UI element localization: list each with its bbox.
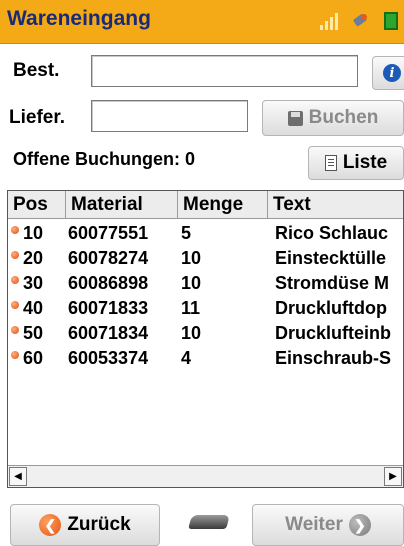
status-dot-icon <box>11 325 19 334</box>
table-row[interactable]: 40 60071833 11 Druckluftdop <box>8 296 403 321</box>
status-dot-icon <box>11 250 19 259</box>
status-icons <box>320 12 398 30</box>
status-dot-icon <box>11 225 19 234</box>
grid-header: Pos Material Menge Text <box>8 191 403 219</box>
back-label: Zurück <box>67 514 131 535</box>
positions-grid[interactable]: Pos Material Menge Text 10 60077551 5 Ri… <box>7 190 404 488</box>
battery-icon <box>384 12 398 30</box>
row-text: Stromdüse M <box>275 273 390 293</box>
row-pos: 30 <box>23 273 44 293</box>
status-dot-icon <box>11 275 19 284</box>
liefer-label: Liefer. <box>9 107 65 128</box>
table-row[interactable]: 50 60071834 10 Drucklufteinb <box>8 321 403 346</box>
row-pos: 50 <box>23 323 44 343</box>
next-button[interactable]: Weiter ❯ <box>252 504 404 546</box>
column-header-pos[interactable]: Pos <box>8 191 66 219</box>
row-pos: 20 <box>23 248 44 268</box>
list-doc-icon <box>324 155 337 171</box>
row-material: 60053374 <box>68 348 149 368</box>
column-header-text[interactable]: Text <box>268 191 403 219</box>
grid-rows: 10 60077551 5 Rico Schlauc 20 60078274 1… <box>8 221 403 371</box>
scroll-right-icon[interactable]: ▶ <box>384 467 402 486</box>
row-menge: 4 <box>181 348 192 368</box>
arrow-left-icon: ❮ <box>39 514 62 536</box>
best-input[interactable] <box>91 55 358 87</box>
row-material: 60078274 <box>68 248 149 268</box>
arrow-right-icon: ❯ <box>348 514 371 536</box>
row-material: 60071833 <box>68 298 149 318</box>
buchen-label: Buchen <box>308 107 379 128</box>
table-row[interactable]: 60 60053374 4 Einschraub-S <box>8 346 403 371</box>
row-pos: 40 <box>23 298 44 318</box>
status-dot-icon <box>11 300 19 309</box>
signal-icon <box>320 12 338 30</box>
liste-label: Liste <box>342 152 388 173</box>
status-dot-icon <box>11 350 19 359</box>
row-text: Einschraub-S <box>275 348 392 368</box>
liste-button[interactable]: Liste <box>308 146 404 180</box>
buchen-button[interactable]: Buchen <box>262 100 404 136</box>
back-button[interactable]: ❮ Zurück <box>10 504 160 546</box>
info-button[interactable]: i <box>372 56 404 90</box>
row-menge: 5 <box>181 223 192 243</box>
liefer-input[interactable] <box>91 100 248 132</box>
row-text: Einstecktülle <box>275 248 387 268</box>
row-menge: 10 <box>181 248 202 268</box>
scroll-left-icon[interactable]: ◀ <box>9 467 27 486</box>
save-disk-icon <box>287 110 303 126</box>
table-row[interactable]: 10 60077551 5 Rico Schlauc <box>8 221 403 246</box>
column-header-menge[interactable]: Menge <box>178 191 268 219</box>
title-bar: Wareneingang <box>0 0 404 44</box>
row-menge: 10 <box>181 273 202 293</box>
row-menge: 11 <box>181 298 201 318</box>
connection-icon <box>352 12 370 30</box>
row-material: 60071834 <box>68 323 149 343</box>
scanner-device-icon <box>188 515 230 529</box>
row-menge: 10 <box>181 323 202 343</box>
info-icon: i <box>383 64 401 82</box>
app-title: Wareneingang <box>7 7 151 30</box>
row-pos: 60 <box>23 348 44 368</box>
table-row[interactable]: 20 60078274 10 Einstecktülle <box>8 246 403 271</box>
row-material: 60077551 <box>68 223 149 243</box>
row-pos: 10 <box>23 223 44 243</box>
horizontal-scrollbar[interactable]: ◀ ▶ <box>8 465 403 487</box>
row-material: 60086898 <box>68 273 149 293</box>
best-label: Best. <box>13 60 60 81</box>
table-row[interactable]: 30 60086898 10 Stromdüse M <box>8 271 403 296</box>
row-text: Rico Schlauc <box>275 223 389 243</box>
next-label: Weiter <box>285 514 343 535</box>
column-header-material[interactable]: Material <box>66 191 178 219</box>
row-text: Druckluftdop <box>275 298 387 318</box>
row-text: Drucklufteinb <box>275 323 392 343</box>
open-bookings-text: Offene Buchungen: 0 <box>13 149 196 169</box>
